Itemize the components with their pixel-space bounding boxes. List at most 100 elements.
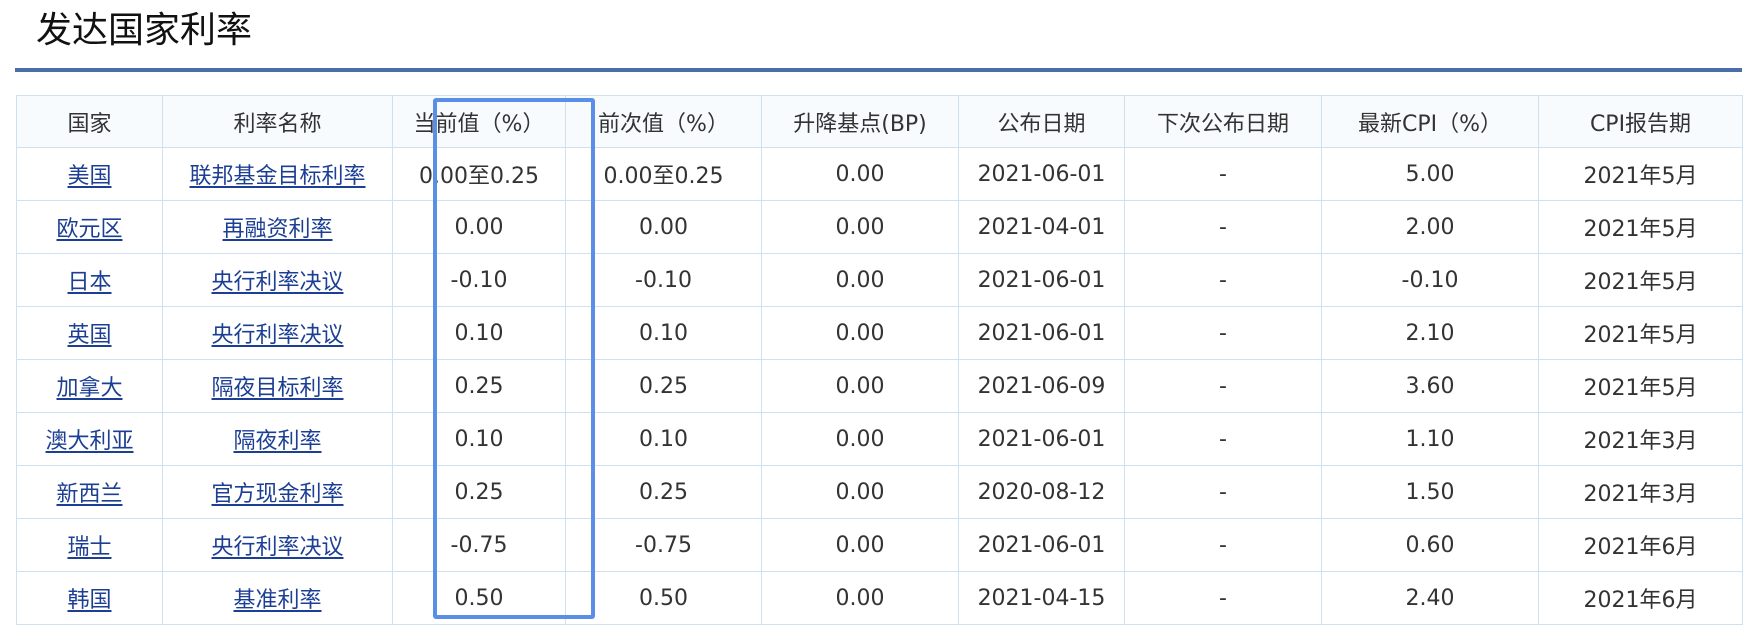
- change-bp-cell: 0.00: [761, 465, 959, 519]
- country-link[interactable]: 欧元区: [56, 217, 122, 242]
- cpi-period-cell: 2021年6月: [1538, 571, 1743, 625]
- country-link[interactable]: 新西兰: [56, 482, 122, 507]
- rate-name-cell: 基准利率: [162, 571, 393, 625]
- publish-date-cell: 2021-04-01: [958, 200, 1125, 254]
- latest-cpi-cell: 2.40: [1321, 571, 1539, 625]
- header-current-value: 当前值（%）: [392, 95, 566, 148]
- cpi-period-cell: 2021年5月: [1538, 147, 1743, 201]
- country-cell: 英国: [16, 306, 163, 360]
- publish-date-cell: 2021-06-01: [958, 412, 1125, 466]
- latest-cpi-cell: 0.60: [1321, 518, 1539, 572]
- previous-value-cell: 0.50: [565, 571, 762, 625]
- previous-value-cell: 0.25: [565, 465, 762, 519]
- rate-name-link[interactable]: 央行利率决议: [211, 323, 343, 348]
- rate-name-link[interactable]: 基准利率: [233, 588, 321, 613]
- header-change-bp: 升降基点(BP): [761, 95, 959, 148]
- change-bp-cell: 0.00: [761, 306, 959, 360]
- change-bp-cell: 0.00: [761, 200, 959, 254]
- previous-value-cell: 0.25: [565, 359, 762, 413]
- country-cell: 美国: [16, 147, 163, 201]
- page-title: 发达国家利率: [36, 10, 253, 51]
- table-row: 澳大利亚 隔夜利率 0.10 0.10 0.00 2021-06-01 - 1.…: [16, 412, 1743, 466]
- header-country: 国家: [16, 95, 163, 148]
- current-value-cell: 0.00: [392, 200, 566, 254]
- latest-cpi-cell: 3.60: [1321, 359, 1539, 413]
- next-publish-date-cell: -: [1124, 359, 1322, 413]
- title-divider: [15, 68, 1742, 72]
- rate-name-cell: 联邦基金目标利率: [162, 147, 393, 201]
- rate-name-cell: 央行利率决议: [162, 518, 393, 572]
- next-publish-date-cell: -: [1124, 518, 1322, 572]
- next-publish-date-cell: -: [1124, 306, 1322, 360]
- country-link[interactable]: 澳大利亚: [45, 429, 133, 454]
- cpi-period-cell: 2021年6月: [1538, 518, 1743, 572]
- country-link[interactable]: 加拿大: [56, 376, 122, 401]
- latest-cpi-cell: 5.00: [1321, 147, 1539, 201]
- next-publish-date-cell: -: [1124, 147, 1322, 201]
- header-publish-date: 公布日期: [958, 95, 1125, 148]
- change-bp-cell: 0.00: [761, 571, 959, 625]
- table-row: 美国 联邦基金目标利率 0.00至0.25 0.00至0.25 0.00 202…: [16, 147, 1743, 201]
- rate-name-link[interactable]: 央行利率决议: [211, 535, 343, 560]
- rate-name-cell: 隔夜目标利率: [162, 359, 393, 413]
- current-value-cell: 0.25: [392, 465, 566, 519]
- publish-date-cell: 2021-04-15: [958, 571, 1125, 625]
- table-row: 日本 央行利率决议 -0.10 -0.10 0.00 2021-06-01 - …: [16, 253, 1743, 307]
- next-publish-date-cell: -: [1124, 253, 1322, 307]
- cpi-period-cell: 2021年5月: [1538, 253, 1743, 307]
- latest-cpi-cell: 1.50: [1321, 465, 1539, 519]
- current-value-cell: 0.00至0.25: [392, 147, 566, 201]
- rate-name-link[interactable]: 再融资利率: [222, 217, 332, 242]
- next-publish-date-cell: -: [1124, 200, 1322, 254]
- change-bp-cell: 0.00: [761, 359, 959, 413]
- cpi-period-cell: 2021年3月: [1538, 412, 1743, 466]
- table-row: 欧元区 再融资利率 0.00 0.00 0.00 2021-04-01 - 2.…: [16, 200, 1743, 254]
- country-cell: 加拿大: [16, 359, 163, 413]
- rate-name-cell: 隔夜利率: [162, 412, 393, 466]
- previous-value-cell: -0.10: [565, 253, 762, 307]
- interest-rate-table: 国家 利率名称 当前值（%） 前次值（%） 升降基点(BP) 公布日期 下次公布…: [16, 95, 1743, 625]
- rate-name-link[interactable]: 隔夜利率: [233, 429, 321, 454]
- table-row: 新西兰 官方现金利率 0.25 0.25 0.00 2020-08-12 - 1…: [16, 465, 1743, 519]
- country-cell: 新西兰: [16, 465, 163, 519]
- country-link[interactable]: 日本: [67, 270, 111, 295]
- change-bp-cell: 0.00: [761, 518, 959, 572]
- country-link[interactable]: 韩国: [67, 588, 111, 613]
- header-previous-value: 前次值（%）: [565, 95, 762, 148]
- country-cell: 欧元区: [16, 200, 163, 254]
- table-row: 英国 央行利率决议 0.10 0.10 0.00 2021-06-01 - 2.…: [16, 306, 1743, 360]
- change-bp-cell: 0.00: [761, 147, 959, 201]
- current-value-cell: 0.10: [392, 306, 566, 360]
- publish-date-cell: 2021-06-01: [958, 253, 1125, 307]
- country-cell: 澳大利亚: [16, 412, 163, 466]
- rate-name-link[interactable]: 隔夜目标利率: [211, 376, 343, 401]
- change-bp-cell: 0.00: [761, 253, 959, 307]
- current-value-cell: 0.50: [392, 571, 566, 625]
- rate-name-cell: 央行利率决议: [162, 306, 393, 360]
- header-next-publish-date: 下次公布日期: [1124, 95, 1322, 148]
- rate-name-cell: 再融资利率: [162, 200, 393, 254]
- current-value-cell: 0.10: [392, 412, 566, 466]
- previous-value-cell: -0.75: [565, 518, 762, 572]
- table-row: 瑞士 央行利率决议 -0.75 -0.75 0.00 2021-06-01 - …: [16, 518, 1743, 572]
- cpi-period-cell: 2021年3月: [1538, 465, 1743, 519]
- cpi-period-cell: 2021年5月: [1538, 306, 1743, 360]
- publish-date-cell: 2020-08-12: [958, 465, 1125, 519]
- publish-date-cell: 2021-06-01: [958, 518, 1125, 572]
- country-cell: 韩国: [16, 571, 163, 625]
- country-link[interactable]: 瑞士: [67, 535, 111, 560]
- latest-cpi-cell: 1.10: [1321, 412, 1539, 466]
- header-cpi-period: CPI报告期: [1538, 95, 1743, 148]
- previous-value-cell: 0.10: [565, 412, 762, 466]
- publish-date-cell: 2021-06-01: [958, 147, 1125, 201]
- rate-name-link[interactable]: 联邦基金目标利率: [189, 164, 365, 189]
- rate-name-link[interactable]: 官方现金利率: [211, 482, 343, 507]
- latest-cpi-cell: 2.00: [1321, 200, 1539, 254]
- rate-name-link[interactable]: 央行利率决议: [211, 270, 343, 295]
- country-link[interactable]: 美国: [67, 164, 111, 189]
- table-header-row: 国家 利率名称 当前值（%） 前次值（%） 升降基点(BP) 公布日期 下次公布…: [16, 95, 1743, 148]
- country-link[interactable]: 英国: [67, 323, 111, 348]
- latest-cpi-cell: 2.10: [1321, 306, 1539, 360]
- cpi-period-cell: 2021年5月: [1538, 200, 1743, 254]
- publish-date-cell: 2021-06-09: [958, 359, 1125, 413]
